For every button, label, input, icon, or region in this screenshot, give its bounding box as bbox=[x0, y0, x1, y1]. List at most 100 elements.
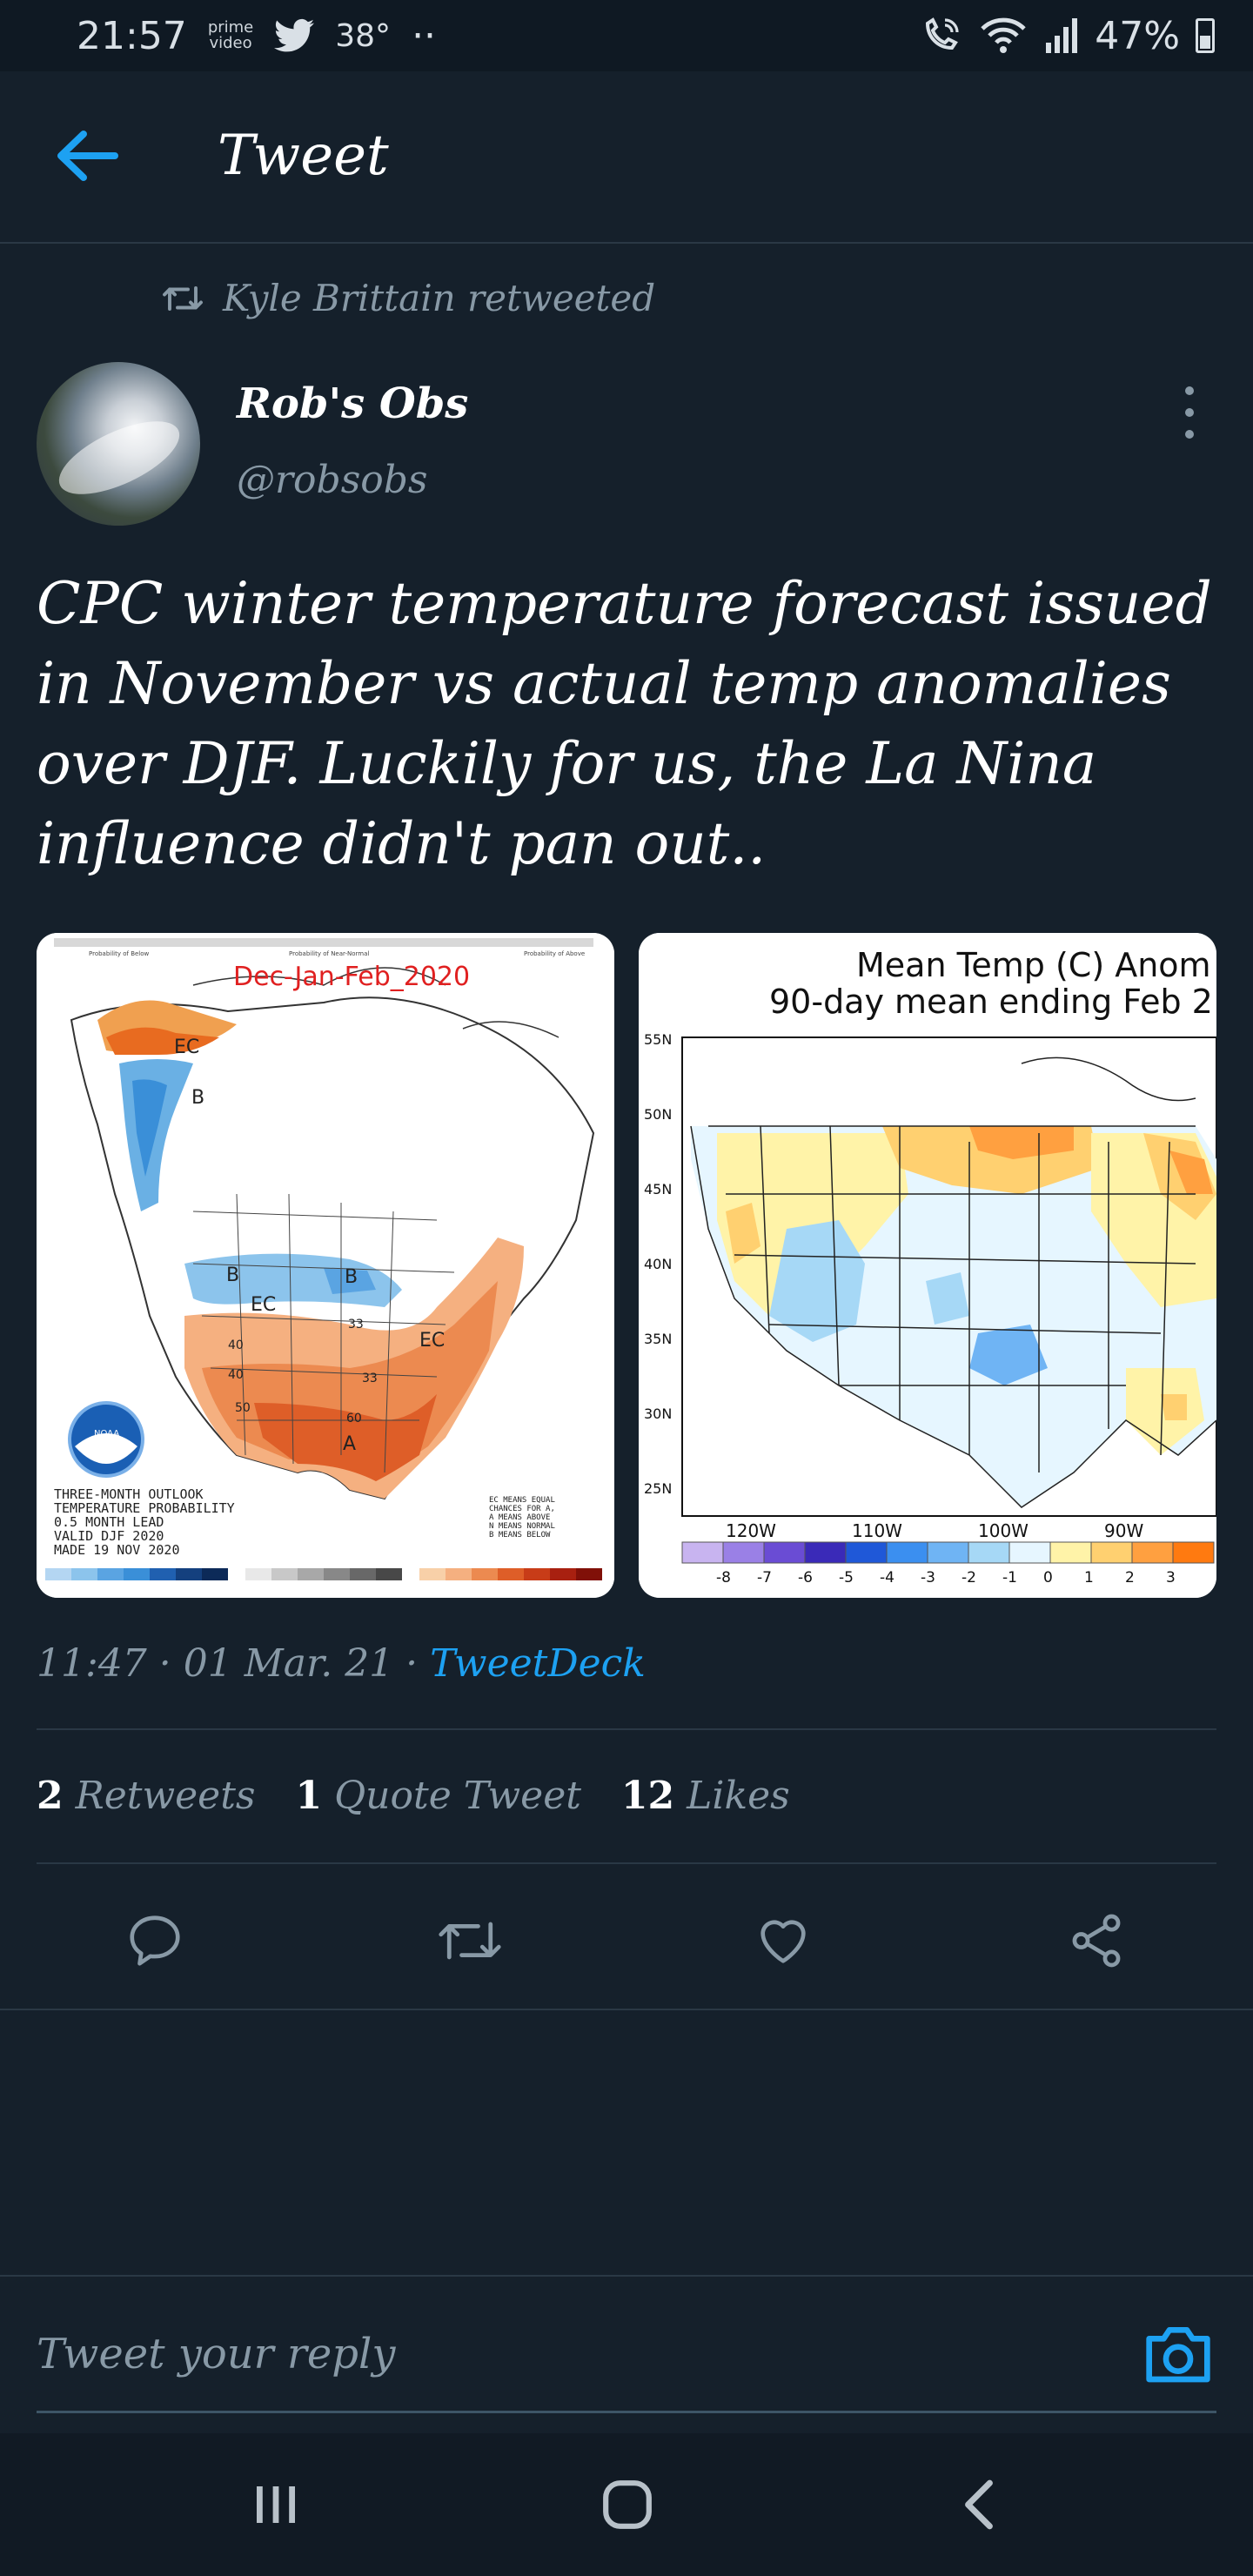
comment-icon bbox=[130, 1915, 180, 1966]
status-bar-left: 21:57 prime video 38° ·· bbox=[77, 14, 436, 58]
retweet-icon bbox=[163, 285, 203, 311]
lat-label: 45N bbox=[644, 1181, 672, 1197]
media-image-temp-anomaly[interactable]: Mean Temp (C) Anom 90-day mean ending Fe… bbox=[639, 933, 1216, 1598]
home-button[interactable] bbox=[588, 2470, 667, 2539]
scale-label: -4 bbox=[880, 1569, 895, 1587]
reply-input[interactable] bbox=[37, 2315, 1081, 2393]
retweets-label: Retweets bbox=[75, 1774, 256, 1818]
recent-apps-icon bbox=[257, 2486, 295, 2523]
clock: 21:57 bbox=[77, 13, 187, 58]
anomaly-map-frame bbox=[681, 1036, 1216, 1517]
legend-note: N MEANS NORMAL bbox=[489, 1522, 555, 1531]
scale-label: -2 bbox=[962, 1569, 976, 1587]
share-icon bbox=[1072, 1914, 1121, 1968]
scale-label: -6 bbox=[798, 1569, 813, 1587]
lat-label: 55N bbox=[644, 1031, 672, 1048]
share-button[interactable] bbox=[1053, 1897, 1140, 1984]
region-label: EC bbox=[419, 1330, 445, 1352]
likes-label: Likes bbox=[687, 1774, 790, 1818]
status-bar: 21:57 prime video 38° ·· 47% bbox=[0, 0, 1253, 71]
back-nav-button[interactable] bbox=[940, 2470, 1018, 2539]
top-caption-below: Probability of Below bbox=[89, 950, 150, 957]
lat-label: 40N bbox=[644, 1256, 672, 1272]
timestamp-text: 11:47 · 01 Mar. 21 · bbox=[37, 1641, 431, 1686]
engagement-stats: 2 Retweets 1 Quote Tweet 12 Likes bbox=[37, 1774, 790, 1818]
avatar[interactable] bbox=[37, 362, 200, 526]
temp-anomaly-map: Mean Temp (C) Anom 90-day mean ending Fe… bbox=[639, 933, 1216, 1598]
battery-icon bbox=[1196, 18, 1215, 53]
retweet-context[interactable]: Kyle Brittain retweeted bbox=[162, 277, 655, 319]
scale-label: -7 bbox=[757, 1569, 772, 1587]
scale-swatch bbox=[886, 1541, 928, 1564]
camera-button[interactable] bbox=[1140, 2318, 1216, 2388]
page-title: Tweet bbox=[218, 124, 389, 188]
tweet-detail-screen: 21:57 prime video 38° ·· 47% Tweet Kyle … bbox=[0, 0, 1253, 2576]
likes-stat[interactable]: 12 Likes bbox=[621, 1774, 790, 1818]
scale-swatch bbox=[1049, 1541, 1092, 1564]
anomaly-title: Mean Temp (C) Anom bbox=[856, 946, 1211, 984]
top-app-bar: Tweet bbox=[0, 71, 1253, 244]
retweet-button[interactable] bbox=[426, 1897, 513, 1984]
wifi-calling-icon bbox=[926, 17, 959, 50]
region-label: EC bbox=[174, 1036, 199, 1058]
scale-swatch bbox=[1008, 1541, 1051, 1564]
arrow-left-icon bbox=[57, 131, 118, 181]
author-display-name[interactable]: Rob's Obs bbox=[237, 379, 468, 428]
like-button[interactable] bbox=[740, 1897, 827, 1984]
scale-swatch bbox=[1172, 1541, 1215, 1564]
lon-label: 110W bbox=[852, 1520, 902, 1541]
twitter-bird-icon bbox=[274, 18, 315, 52]
scale-swatch bbox=[927, 1541, 969, 1564]
signal-icon bbox=[1046, 18, 1078, 53]
scale-swatch bbox=[1131, 1541, 1174, 1564]
region-label: 40 bbox=[228, 1338, 244, 1352]
scale-swatch bbox=[1090, 1541, 1133, 1564]
scale-swatch bbox=[968, 1541, 1010, 1564]
scale-label: -8 bbox=[716, 1569, 731, 1587]
scale-label: 2 bbox=[1125, 1569, 1135, 1587]
lat-label: 25N bbox=[644, 1480, 672, 1497]
lon-label: 90W bbox=[1104, 1520, 1143, 1541]
region-label: 60 bbox=[346, 1412, 362, 1426]
retweets-stat[interactable]: 2 Retweets bbox=[37, 1774, 255, 1818]
more-options-button[interactable] bbox=[1176, 386, 1203, 439]
legend-note: CHANCES FOR A, bbox=[489, 1505, 555, 1513]
probability-legend-bar bbox=[45, 1568, 602, 1580]
lon-label: 100W bbox=[978, 1520, 1029, 1541]
lat-label: 35N bbox=[644, 1331, 672, 1347]
reply-button[interactable] bbox=[111, 1897, 198, 1984]
tweet-source-link[interactable]: TweetDeck bbox=[430, 1641, 646, 1686]
quote-tweets-label: Quote Tweet bbox=[334, 1774, 581, 1818]
status-bar-right: 47% bbox=[921, 14, 1215, 58]
tweet-body: CPC winter temperature forecast issued i… bbox=[37, 570, 1212, 877]
region-label: B bbox=[191, 1087, 204, 1109]
camera-icon bbox=[1146, 2327, 1210, 2383]
region-label: 33 bbox=[348, 1318, 364, 1332]
scale-swatch bbox=[804, 1541, 847, 1564]
region-label: B bbox=[345, 1266, 358, 1288]
divider bbox=[37, 1728, 1216, 1730]
scale-swatch bbox=[681, 1541, 724, 1564]
scale-label: -3 bbox=[921, 1569, 935, 1587]
recent-apps-button[interactable] bbox=[237, 2470, 315, 2539]
chevron-left-icon bbox=[965, 2479, 993, 2530]
region-label: 33 bbox=[362, 1372, 378, 1385]
tweet-actions-bar bbox=[0, 1897, 1253, 1984]
top-caption-above: Probability of Above bbox=[524, 950, 585, 957]
cpc-outlook-map: Probability of Below Probability of Near… bbox=[37, 933, 614, 1598]
divider bbox=[0, 2009, 1253, 2010]
back-button[interactable] bbox=[52, 125, 122, 186]
region-label: 40 bbox=[228, 1368, 244, 1382]
system-navigation-bar bbox=[0, 2433, 1253, 2576]
legend-note: A MEANS ABOVE bbox=[489, 1513, 550, 1522]
media-image-cpc-outlook[interactable]: Probability of Below Probability of Near… bbox=[37, 933, 614, 1598]
quote-tweets-stat[interactable]: 1 Quote Tweet bbox=[295, 1774, 580, 1818]
scale-swatch bbox=[845, 1541, 888, 1564]
heart-icon bbox=[761, 1920, 806, 1963]
scale-label: 1 bbox=[1084, 1569, 1094, 1587]
author-handle[interactable]: @robsobs bbox=[237, 458, 428, 502]
quote-tweets-count: 1 bbox=[295, 1774, 323, 1818]
divider bbox=[37, 1862, 1216, 1864]
more-dot bbox=[1185, 430, 1194, 439]
region-label: EC bbox=[251, 1294, 276, 1316]
